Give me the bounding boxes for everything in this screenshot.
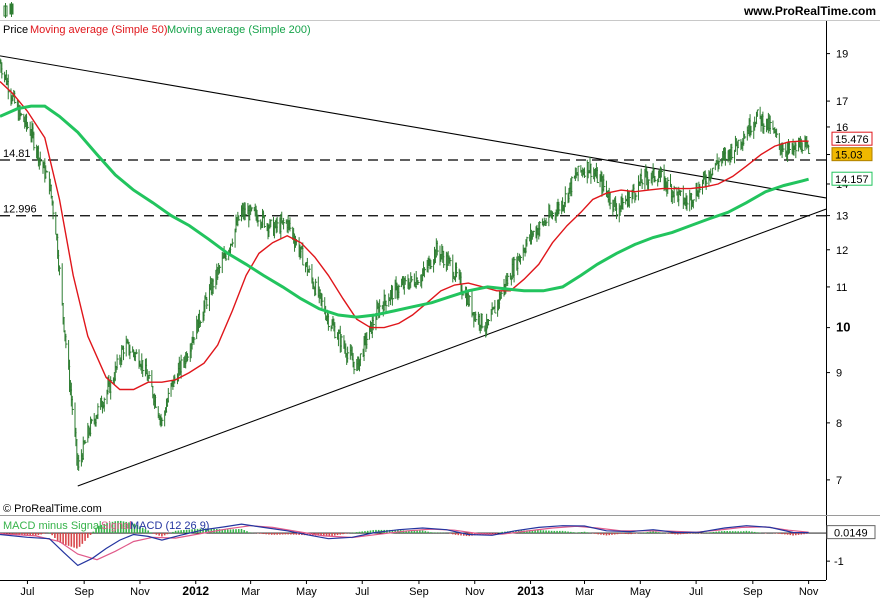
legend-ma200: Moving average (Simple 200) <box>167 24 311 36</box>
badge-ma50-value: 15.476 <box>835 134 869 146</box>
last-value-badges: 15.476 15.03 14.157 <box>831 131 873 186</box>
y-tick-label: 17 <box>836 96 848 108</box>
chart-svg: www.ProRealTime.com Price Moving average… <box>0 0 880 598</box>
level-label-0: 14.81 <box>3 148 31 160</box>
moving-averages <box>0 80 809 391</box>
x-tick-label: May <box>630 586 651 598</box>
x-tick-label: Sep <box>743 586 763 598</box>
x-tick-label: Mar <box>575 586 594 598</box>
x-tick-label: Jul <box>355 586 369 598</box>
x-tick-label: Sep <box>409 586 429 598</box>
level-label-1: 12.996 <box>3 204 37 216</box>
y-tick-label: 9 <box>836 368 842 380</box>
y-tick-label: 10 <box>836 320 850 335</box>
y-tick-label: 13 <box>836 211 848 223</box>
x-tick-label: Sep <box>74 586 94 598</box>
y-tick-label: 11 <box>836 282 847 294</box>
macd-legend-signal: Signal <box>101 520 132 532</box>
legend-ma50: Moving average (Simple 50) <box>30 24 168 36</box>
trendline-resistance <box>0 55 827 199</box>
price-bars <box>0 58 811 471</box>
time-x-axis: Jul Sep Nov 2012 Mar May Jul Sep Nov 2013 Mar May Ju… <box>20 580 819 598</box>
macd-current-value: 0.0149 <box>834 528 868 540</box>
x-tick-label: Jul <box>20 586 34 598</box>
x-tick-label: May <box>296 586 317 598</box>
x-tick-label: Jul <box>689 586 703 598</box>
ma50-line <box>0 80 809 391</box>
badge-ma200-value: 14.157 <box>835 174 869 186</box>
badge-price-value: 15.03 <box>835 150 863 162</box>
macd-legend-macd: MACD (12 26 9) <box>130 520 209 532</box>
x-tick-label: Nov <box>799 586 819 598</box>
y-tick-label: 7 <box>836 475 842 487</box>
x-tick-label: Mar <box>241 586 260 598</box>
trendlines <box>0 55 827 487</box>
chart-container: www.ProRealTime.com Price Moving average… <box>0 0 880 600</box>
y-tick-label: 12 <box>836 245 848 257</box>
x-tick-label: Nov <box>130 586 150 598</box>
x-tick-label: Nov <box>465 586 485 598</box>
y-tick-label: 8 <box>836 418 842 430</box>
price-y-axis: 789101112131415161719 <box>826 49 850 487</box>
macd-tick-minus1: -1 <box>834 556 844 568</box>
y-tick-label: 19 <box>836 49 848 61</box>
macd-legend-hist: MACD minus Signal <box>3 520 101 532</box>
legend-price: Price <box>3 24 28 36</box>
copyright-text: © ProRealTime.com <box>3 503 102 515</box>
brand-text: www.ProRealTime.com <box>743 4 876 18</box>
x-tick-label: 2012 <box>182 584 209 598</box>
x-tick-label: 2013 <box>517 584 544 598</box>
